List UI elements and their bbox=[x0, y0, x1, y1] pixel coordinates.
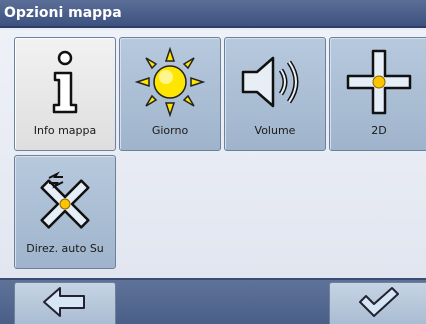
tile-label: Volume bbox=[254, 124, 296, 137]
tile-info-mappa[interactable]: Info mappa bbox=[14, 37, 116, 151]
tile-label: Direz. auto Su bbox=[26, 242, 104, 255]
ok-button[interactable] bbox=[329, 282, 426, 324]
info-icon bbox=[15, 44, 115, 120]
tile-volume[interactable]: Volume bbox=[224, 37, 326, 151]
tile-direz-auto-su[interactable]: Direz. auto Su bbox=[14, 155, 116, 269]
options-grid: Info mappa Giorno Volume 2D Direz. auto … bbox=[0, 30, 426, 278]
checkmark-icon bbox=[356, 285, 402, 323]
auto-heading-icon bbox=[15, 162, 115, 238]
tile-label: 2D bbox=[371, 124, 387, 137]
bottom-nav-bar bbox=[0, 278, 426, 324]
tile-label: Info mappa bbox=[33, 124, 97, 137]
speaker-icon bbox=[225, 44, 325, 120]
back-button[interactable] bbox=[14, 282, 116, 324]
tile-2d[interactable]: 2D bbox=[329, 37, 426, 151]
arrow-left-icon bbox=[40, 285, 90, 323]
tile-giorno[interactable]: Giorno bbox=[119, 37, 221, 151]
tile-label: Giorno bbox=[151, 124, 189, 137]
sun-icon bbox=[120, 44, 220, 120]
window-title: Opzioni mappa bbox=[0, 0, 426, 28]
cross-2d-icon bbox=[330, 44, 426, 120]
